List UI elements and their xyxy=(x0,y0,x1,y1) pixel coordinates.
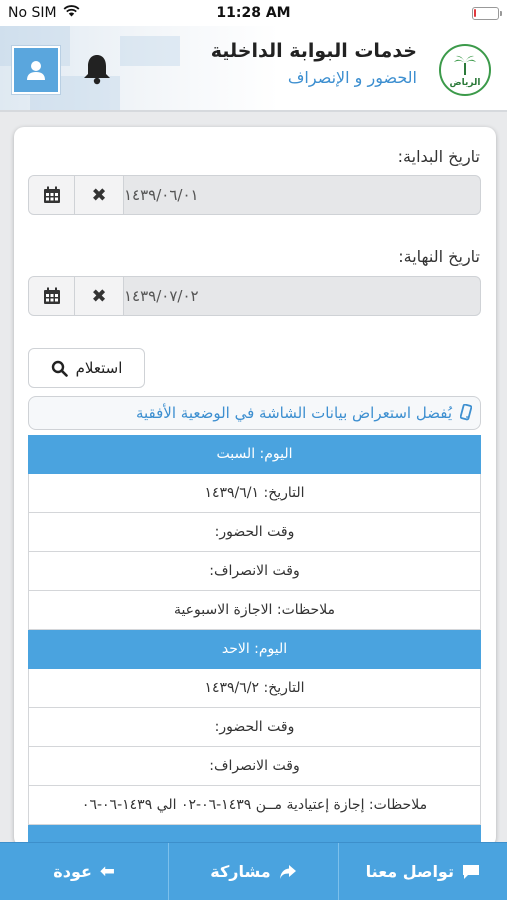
record-check-in: وقت الحضور: xyxy=(28,513,481,552)
share-icon xyxy=(279,864,296,879)
record-date: التاريخ: ١٤٣٩/٦/٢ xyxy=(28,669,481,708)
record-day-header: اليوم: السبت xyxy=(28,435,481,474)
contact-us-button[interactable]: تواصل معنا xyxy=(339,843,507,900)
start-clear-button[interactable]: ✖ xyxy=(75,176,124,214)
phone-rotate-icon xyxy=(460,404,472,421)
end-date-label: تاريخ النهاية: xyxy=(398,247,480,266)
chat-icon xyxy=(462,864,479,879)
notifications-button[interactable] xyxy=(80,50,114,88)
search-button[interactable]: استعلام xyxy=(28,348,145,388)
app-header: خدمات البوابة الداخلية الحضور و الإنصراف… xyxy=(0,26,507,112)
user-icon xyxy=(27,61,45,80)
record-check-in: وقت الحضور: xyxy=(28,708,481,747)
search-button-label: استعلام xyxy=(75,359,123,377)
start-date-row: ✖ ١٤٣٩/٠٦/٠١ xyxy=(28,175,481,215)
record-check-out: وقت الانصراف: xyxy=(28,552,481,591)
end-calendar-button[interactable] xyxy=(29,277,75,315)
profile-button[interactable] xyxy=(12,46,60,94)
end-date-input[interactable]: ١٤٣٩/٠٧/٠٢ xyxy=(124,277,480,315)
battery-level xyxy=(474,9,477,17)
end-date-row: ✖ ١٤٣٩/٠٧/٠٢ xyxy=(28,276,481,316)
page-title: خدمات البوابة الداخلية xyxy=(210,40,417,62)
bottom-nav: عودة ⬅ مشاركة تواصل معنا xyxy=(0,842,507,900)
page-subtitle: الحضور و الإنصراف xyxy=(287,68,417,87)
record-day-header: اليوم: الاحد xyxy=(28,630,481,669)
contact-label: تواصل معنا xyxy=(365,862,454,881)
back-button[interactable]: عودة ⬅ xyxy=(0,843,170,900)
logo-text: الرياض xyxy=(449,77,481,88)
share-label: مشاركة xyxy=(210,862,271,881)
attendance-records: اليوم: السبت التاريخ: ١٤٣٩/٦/١ وقت الحضور:… xyxy=(28,435,481,847)
close-icon: ✖ xyxy=(91,184,107,206)
calendar-icon xyxy=(43,287,60,304)
palm-icon xyxy=(454,55,476,75)
record-check-out: وقت الانصراف: xyxy=(28,747,481,786)
calendar-icon xyxy=(43,186,60,203)
landscape-hint-text: يُفضل استعراض بيانات الشاشة في الوضعية ا… xyxy=(135,404,452,422)
battery-icon xyxy=(472,7,502,20)
start-date-input[interactable]: ١٤٣٩/٠٦/٠١ xyxy=(124,176,480,214)
record-date: التاريخ: ١٤٣٩/٦/١ xyxy=(28,474,481,513)
riyadh-logo: الرياض xyxy=(439,44,491,96)
arrow-left-icon: ⬅ xyxy=(99,861,116,882)
start-calendar-button[interactable] xyxy=(29,176,75,214)
search-icon xyxy=(51,360,68,377)
record-notes: ملاحظات: الاجازة الاسبوعية xyxy=(28,591,481,630)
record-notes: ملاحظات: إجازة إعتيادية مــن ١٤٣٩-٠٦-٠٢ … xyxy=(28,786,481,825)
close-icon: ✖ xyxy=(91,285,107,307)
header-decoration xyxy=(120,36,180,66)
start-date-label: تاريخ البداية: xyxy=(397,147,480,166)
end-clear-button[interactable]: ✖ xyxy=(75,277,124,315)
status-bar: No SIM 11:28 AM xyxy=(0,0,507,26)
share-button[interactable]: مشاركة xyxy=(169,843,339,900)
back-label: عودة xyxy=(53,862,92,881)
landscape-hint: يُفضل استعراض بيانات الشاشة في الوضعية ا… xyxy=(28,396,481,430)
status-time: 11:28 AM xyxy=(216,5,291,21)
attendance-card: تاريخ البداية: ✖ ١٤٣٩/٠٦/٠١ تاريخ النهاي… xyxy=(14,127,496,847)
header-titles: خدمات البوابة الداخلية الحضور و الإنصراف xyxy=(211,40,417,87)
bell-icon xyxy=(84,55,110,85)
